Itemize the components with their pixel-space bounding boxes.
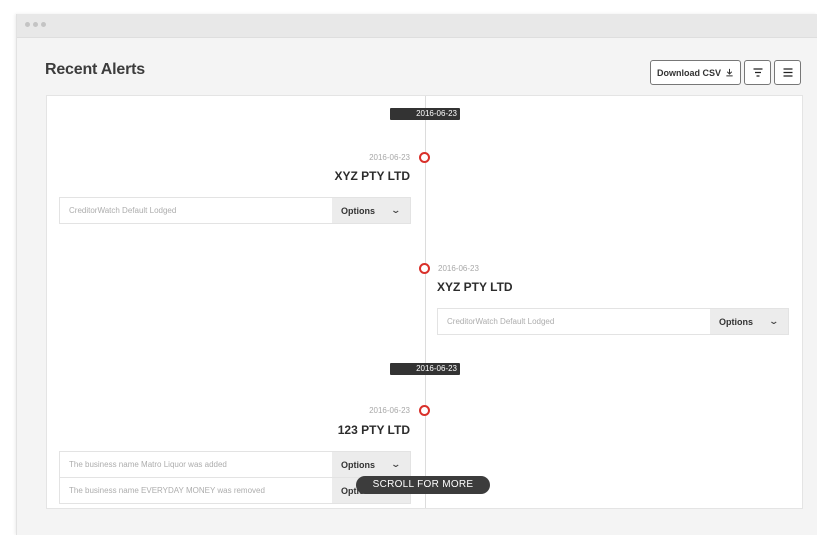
page-title: Recent Alerts: [45, 61, 145, 78]
window-dot-close[interactable]: [25, 22, 30, 27]
timeline-marker: [419, 152, 430, 163]
alert-text: CreditorWatch Default Lodged: [69, 206, 177, 215]
alert-row: CreditorWatch Default Lodged Options ⌄: [59, 197, 411, 224]
filter-view-button[interactable]: [744, 60, 771, 85]
options-dropdown[interactable]: Options ⌄: [710, 309, 788, 334]
window-dot-maximize[interactable]: [41, 22, 46, 27]
filter-icon: [753, 68, 762, 77]
alert-text: The business name Matro Liquor was added: [69, 460, 227, 469]
timeline-date-badge: 2016-06-23: [390, 108, 460, 120]
window-controls: [25, 22, 46, 27]
download-csv-button[interactable]: Download CSV: [650, 60, 741, 85]
entry-company: XYZ PTY LTD: [334, 169, 410, 183]
entry-date: 2016-06-23: [438, 264, 479, 273]
alert-row: The business name Matro Liquor was added…: [59, 451, 411, 478]
options-dropdown[interactable]: Options ⌄: [332, 198, 410, 223]
scroll-for-more-button[interactable]: SCROLL FOR MORE: [356, 476, 490, 494]
entry-company: 123 PTY LTD: [337, 423, 410, 437]
chevron-down-icon: ⌄: [390, 205, 402, 215]
entry-date: 2016-06-23: [369, 406, 410, 415]
alert-row: CreditorWatch Default Lodged Options ⌄: [437, 308, 789, 335]
download-csv-label: Download CSV: [656, 67, 721, 78]
alert-text: The business name EVERYDAY MONEY was rem…: [69, 486, 265, 495]
alert-text: CreditorWatch Default Lodged: [447, 317, 555, 326]
options-label: Options: [719, 316, 753, 327]
timeline-date-badge: 2016-06-23: [390, 363, 460, 375]
chevron-down-icon: ⌄: [390, 459, 402, 469]
chevron-down-icon: ⌄: [768, 316, 780, 326]
options-label: Options: [341, 459, 375, 470]
app-window: Recent Alerts Download CSV 2016-06-23 20…: [16, 14, 817, 535]
list-view-button[interactable]: [774, 60, 801, 85]
entry-date: 2016-06-23: [369, 153, 410, 162]
options-label: Options: [341, 205, 375, 216]
list-icon: [783, 68, 792, 77]
toolbar: Download CSV: [650, 60, 801, 85]
timeline-marker: [419, 405, 430, 416]
window-titlebar: [17, 14, 817, 38]
options-dropdown[interactable]: Options ⌄: [332, 452, 410, 477]
timeline-panel[interactable]: 2016-06-23 2016-06-23 XYZ PTY LTD Credit…: [46, 95, 803, 509]
timeline-marker: [419, 263, 430, 274]
download-icon: [726, 68, 733, 77]
entry-company: XYZ PTY LTD: [437, 280, 513, 294]
window-dot-minimize[interactable]: [33, 22, 38, 27]
